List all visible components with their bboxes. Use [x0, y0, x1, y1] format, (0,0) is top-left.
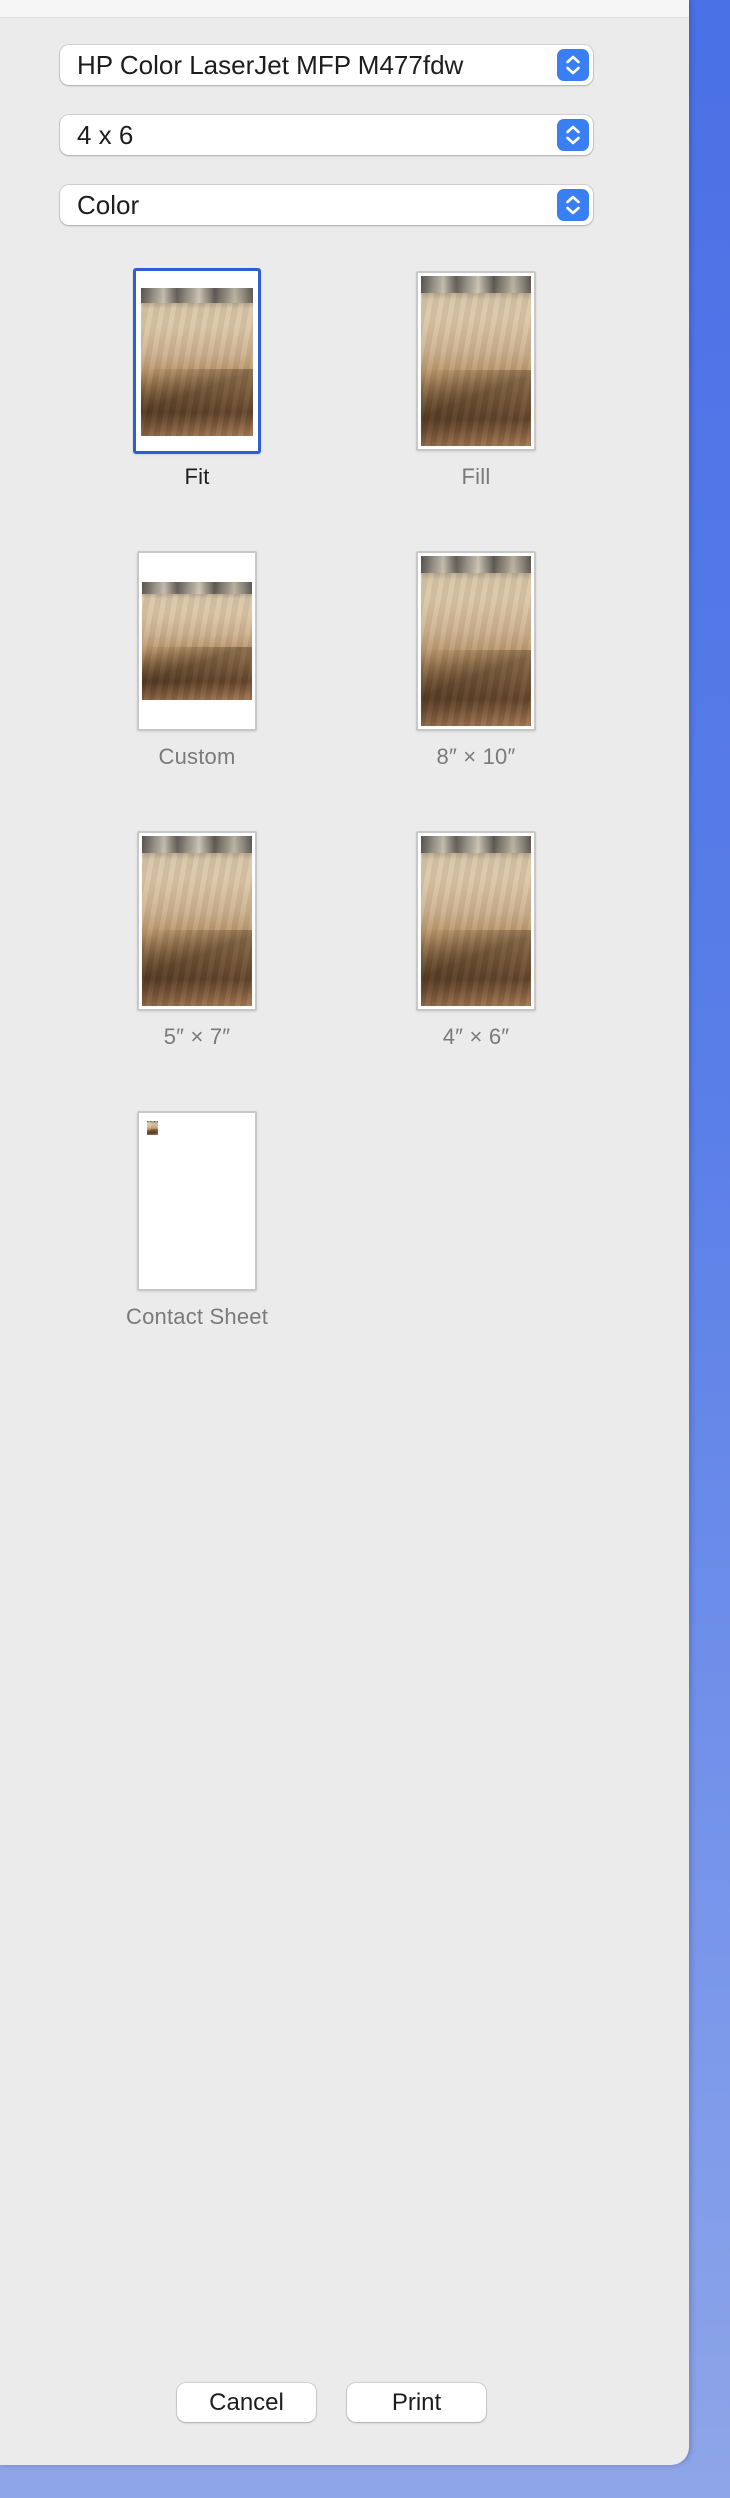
layout-option-contact-sheet[interactable] — [137, 1111, 257, 1291]
layout-option-fit[interactable] — [133, 268, 261, 454]
print-dialog-panel: HP Color LaserJet MFP M477fdw 4 x 6 Colo… — [0, 0, 689, 2465]
print-button[interactable]: Print — [347, 2383, 486, 2422]
photo-preview — [142, 582, 252, 700]
cancel-button[interactable]: Cancel — [177, 2383, 316, 2422]
layout-label-8x10: 8″ × 10″ — [436, 744, 516, 769]
photo-preview — [421, 836, 531, 1006]
layout-label-contact-sheet: Contact Sheet — [125, 1304, 269, 1329]
layout-option-4x6[interactable] — [416, 831, 536, 1011]
photo-preview — [147, 1121, 158, 1135]
color-mode-popup[interactable]: Color — [60, 185, 593, 225]
up-down-chevron-icon — [557, 49, 589, 81]
color-mode-value: Color — [77, 190, 140, 220]
layout-label-custom: Custom — [158, 744, 236, 769]
layout-option-custom[interactable] — [137, 551, 257, 731]
layout-option-8x10[interactable] — [416, 551, 536, 731]
photo-preview — [142, 836, 252, 1006]
layout-label-fit: Fit — [184, 464, 210, 489]
photo-preview — [421, 556, 531, 726]
up-down-chevron-icon — [557, 189, 589, 221]
printer-value: HP Color LaserJet MFP M477fdw — [77, 50, 464, 80]
dialog-top-strip — [0, 0, 689, 18]
photo-preview — [141, 288, 253, 436]
layout-label-5x7: 5″ × 7″ — [163, 1024, 231, 1049]
layout-label-fill: Fill — [461, 464, 491, 489]
layout-option-fill[interactable] — [416, 271, 536, 451]
layout-option-5x7[interactable] — [137, 831, 257, 1011]
paper-size-value: 4 x 6 — [77, 120, 134, 150]
up-down-chevron-icon — [557, 119, 589, 151]
printer-popup[interactable]: HP Color LaserJet MFP M477fdw — [60, 45, 593, 85]
photo-preview — [421, 276, 531, 446]
layout-label-4x6: 4″ × 6″ — [442, 1024, 510, 1049]
paper-size-popup[interactable]: 4 x 6 — [60, 115, 593, 155]
